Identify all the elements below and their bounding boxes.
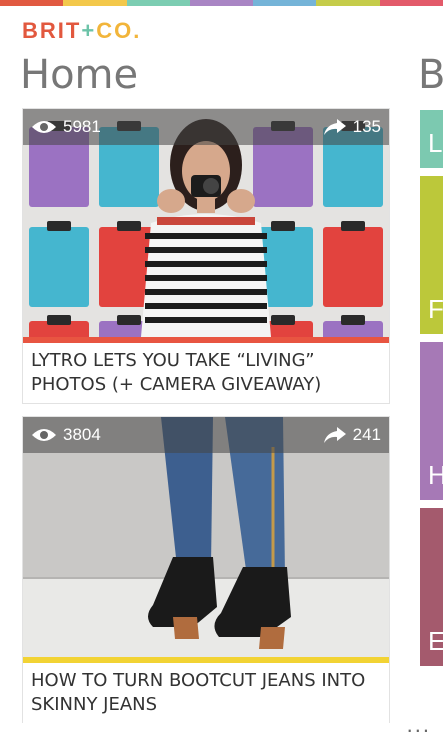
- category-tile[interactable]: H: [420, 342, 443, 500]
- share-arrow-icon: [323, 119, 346, 135]
- next-pivot-peek[interactable]: B: [418, 52, 443, 98]
- app-bar-more-button[interactable]: ...: [407, 712, 431, 738]
- article-image: 3804 241: [23, 417, 389, 657]
- share-count-value: 241: [352, 425, 381, 444]
- person-with-camera-illustration: [141, 119, 271, 337]
- view-count-value: 5981: [63, 117, 101, 136]
- category-tile[interactable]: E: [420, 508, 443, 666]
- view-count: 5981: [31, 117, 101, 137]
- article-card[interactable]: 3804 241 HOW TO TURN BOOTCUT JEANS INTO …: [22, 416, 390, 723]
- category-tile-letter: H: [428, 460, 443, 490]
- category-tile-letter: L: [428, 128, 443, 158]
- stripe-segment: [0, 0, 64, 6]
- view-count: 3804: [31, 425, 101, 445]
- share-count-value: 135: [352, 117, 381, 136]
- category-tile[interactable]: L: [420, 110, 443, 168]
- article-title[interactable]: LYTRO LETS YOU TAKE “LIVING” PHOTOS (+ C…: [23, 343, 389, 403]
- stripe-segment: [189, 0, 254, 6]
- share-count: 135: [323, 117, 381, 137]
- category-tile-letter: F: [428, 294, 443, 324]
- brand-logo: BRIT+CO.: [22, 18, 141, 44]
- stripe-segment: [316, 0, 380, 6]
- stripe-segment: [379, 0, 443, 6]
- logo-brit: BRIT: [22, 18, 82, 43]
- stripe-segment: [253, 0, 317, 6]
- stripe-segment: [63, 0, 127, 6]
- article-stats-bar: 5981 135: [23, 109, 389, 145]
- eye-icon: [32, 121, 56, 133]
- share-arrow-icon: [323, 427, 346, 443]
- article-card[interactable]: 5981 135 LYTRO LETS YOU TAKE “LIVING” PH…: [22, 108, 390, 404]
- article-title[interactable]: HOW TO TURN BOOTCUT JEANS INTO SKINNY JE…: [23, 663, 389, 723]
- share-count: 241: [323, 425, 381, 445]
- article-image: 5981 135: [23, 109, 389, 337]
- article-stats-bar: 3804 241: [23, 417, 389, 453]
- category-tile-letter: E: [428, 626, 443, 656]
- stripe-segment: [126, 0, 190, 6]
- view-count-value: 3804: [63, 425, 101, 444]
- logo-co: CO.: [96, 18, 142, 43]
- eye-icon: [32, 429, 56, 441]
- category-tile[interactable]: F: [420, 176, 443, 334]
- logo-plus: +: [81, 18, 97, 43]
- page-title: Home: [20, 52, 139, 98]
- brand-color-stripe: [0, 0, 443, 6]
- jeans-boots-illustration: [148, 417, 291, 649]
